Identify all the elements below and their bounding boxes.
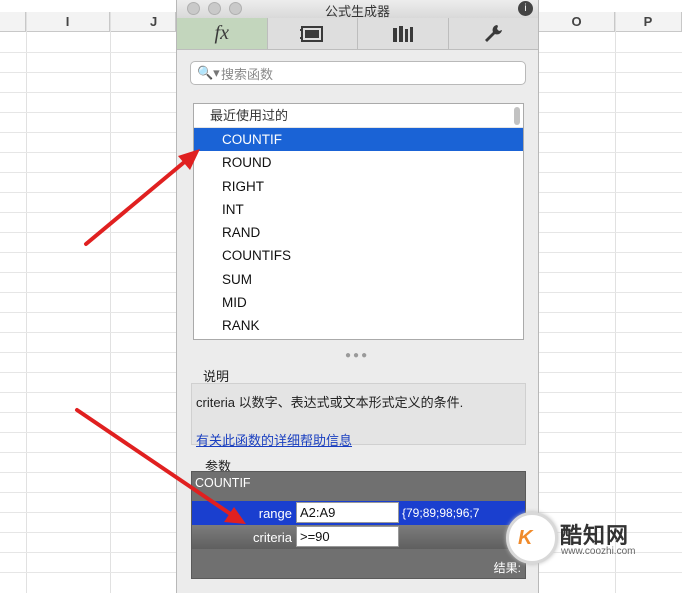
annotation-arrows bbox=[75, 149, 246, 524]
arrow-to-criteria bbox=[75, 408, 246, 524]
arrow-to-countif bbox=[84, 149, 200, 246]
